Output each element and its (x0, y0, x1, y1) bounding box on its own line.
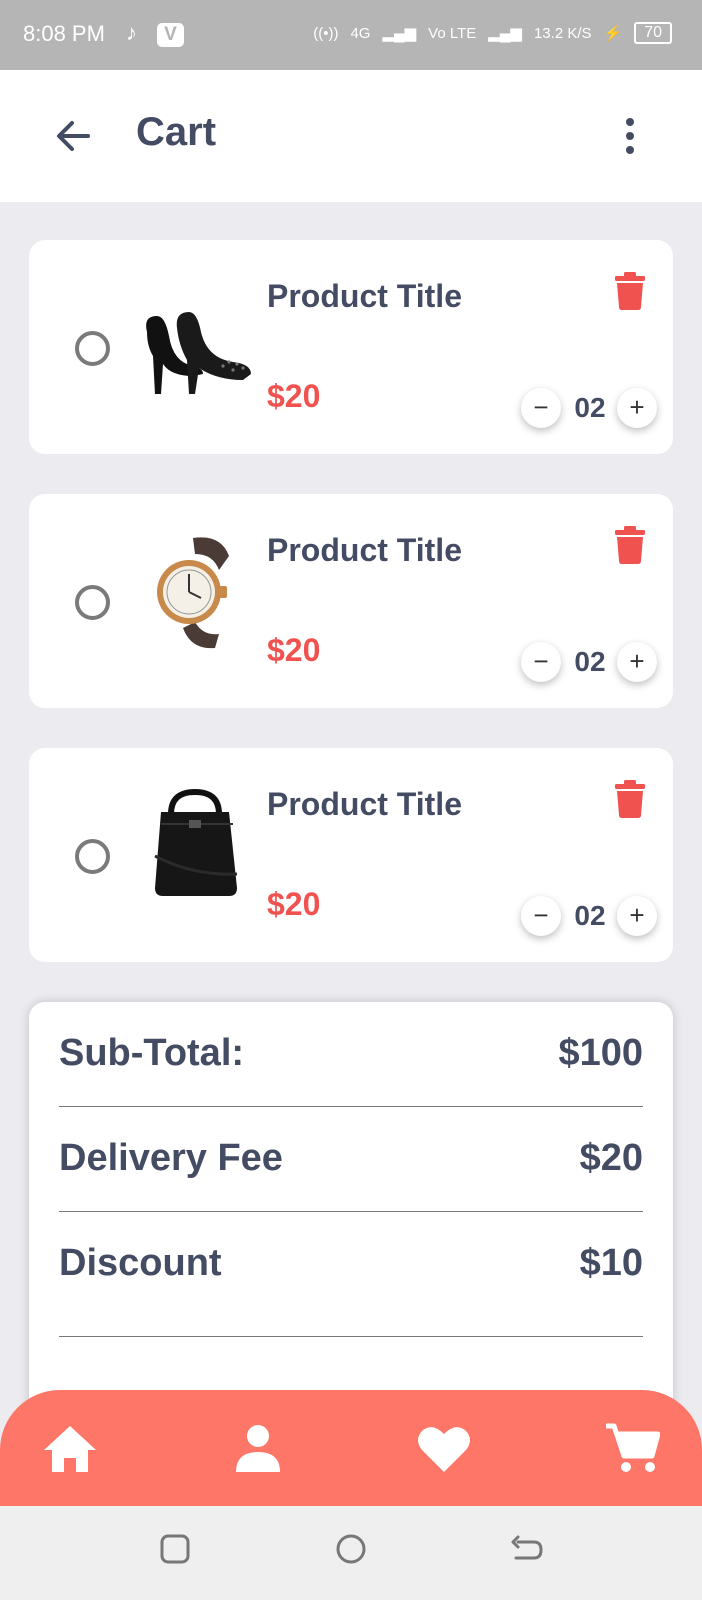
music-note-icon: ♪ (126, 20, 137, 45)
charging-icon: ⚡ (603, 25, 623, 42)
trash-icon[interactable] (615, 272, 645, 310)
status-bar: 8:08 PM ♪ V ((•)) 4G ▂▄▆ Vo LTE ▂▄▆ 13.2… (0, 0, 702, 70)
trash-icon[interactable] (615, 780, 645, 818)
product-price: $20 (267, 886, 321, 922)
status-time: 8:08 PM (23, 21, 105, 46)
quantity-value: 02 (574, 392, 606, 423)
shoes-image (146, 312, 251, 394)
subtotal-label: Sub-Total: (59, 1032, 245, 1074)
battery-level: 70 (634, 22, 672, 44)
home-icon[interactable] (42, 1422, 98, 1474)
discount-value: $10 (579, 1242, 643, 1284)
quantity-stepper: − 02 + (519, 388, 657, 428)
status-indicators: ((•)) 4G ▂▄▆ Vo LTE ▂▄▆ 13.2 K/S ⚡ 70 (313, 22, 672, 44)
signal-icon: ▂▄▆ (382, 25, 417, 42)
more-vert-icon[interactable] (612, 116, 648, 156)
increase-button[interactable]: + (617, 642, 657, 682)
back-nav-icon[interactable] (510, 1532, 544, 1566)
bag-image (154, 788, 238, 896)
person-icon[interactable] (230, 1422, 286, 1474)
order-summary: Sub-Total: $100 Delivery Fee $20 Discoun… (29, 1002, 673, 1422)
divider (59, 1106, 643, 1107)
bottom-nav (0, 1390, 702, 1506)
signal-icon-2: ▂▄▆ (488, 25, 522, 42)
cart-item: Product Title $20 − 02 + (29, 494, 673, 708)
volte-indicator: Vo LTE (428, 24, 477, 42)
system-nav-bar (0, 1506, 702, 1600)
select-radio[interactable] (75, 839, 110, 874)
home-circle-icon[interactable] (334, 1532, 368, 1566)
delivery-label: Delivery Fee (59, 1137, 283, 1179)
recents-icon[interactable] (158, 1532, 192, 1566)
subtotal-value: $100 (558, 1032, 643, 1074)
discount-label: Discount (59, 1242, 222, 1284)
arrow-left-icon[interactable] (52, 114, 96, 158)
divider (59, 1336, 643, 1337)
product-price: $20 (267, 378, 321, 414)
heart-icon[interactable] (416, 1422, 472, 1474)
trash-icon[interactable] (615, 526, 645, 564)
increase-button[interactable]: + (617, 388, 657, 428)
delivery-value: $20 (579, 1137, 643, 1179)
quantity-value: 02 (574, 646, 606, 677)
cart-item: Product Title $20 − 02 + (29, 240, 673, 454)
product-title[interactable]: Product Title (267, 278, 462, 315)
product-title[interactable]: Product Title (267, 532, 462, 569)
app-badge-icon: V (157, 23, 184, 47)
app-bar: Cart (0, 70, 702, 202)
product-price: $20 (267, 632, 321, 668)
decrease-button[interactable]: − (521, 896, 561, 936)
cart-item: Product Title $20 − 02 + (29, 748, 673, 962)
increase-button[interactable]: + (617, 896, 657, 936)
decrease-button[interactable]: − (521, 388, 561, 428)
cart-icon[interactable] (604, 1422, 660, 1474)
select-radio[interactable] (75, 331, 110, 366)
watch-image (157, 537, 229, 649)
quantity-stepper: − 02 + (519, 896, 657, 936)
divider (59, 1211, 643, 1212)
select-radio[interactable] (75, 585, 110, 620)
network-speed: 13.2 K/S (533, 24, 592, 42)
hotspot-icon: ((•)) (313, 24, 339, 42)
network-4g: 4G (350, 24, 371, 42)
page-title: Cart (136, 110, 217, 154)
product-title[interactable]: Product Title (267, 786, 462, 823)
quantity-value: 02 (574, 900, 606, 931)
quantity-stepper: − 02 + (519, 642, 657, 682)
decrease-button[interactable]: − (521, 642, 561, 682)
